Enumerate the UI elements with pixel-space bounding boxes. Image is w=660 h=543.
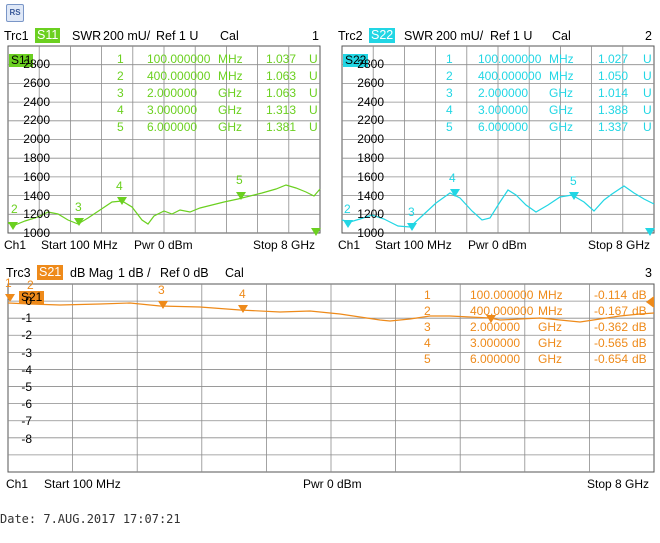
y-tick-label: -6 [21, 397, 32, 412]
y-tick-label: -1 [21, 311, 32, 326]
marker-unit: MHz [538, 304, 563, 318]
y-tick-label: -8 [21, 431, 32, 446]
marker-runit: dB [632, 336, 647, 350]
marker-unit: MHz [538, 288, 563, 302]
marker-reading: -0.167 [594, 304, 629, 318]
marker-number: 4 [239, 287, 246, 301]
marker-num: 4 [424, 336, 431, 350]
y-tick-label: -4 [21, 362, 32, 377]
start-freq[interactable]: Start 100 MHz [44, 477, 121, 491]
marker-reading: -0.362 [594, 320, 629, 334]
marker-num: 5 [424, 352, 431, 366]
y-tick-label: -3 [21, 345, 32, 360]
marker-number: 1 [5, 276, 12, 290]
marker-value: 3.000000 [470, 336, 521, 350]
marker-num: 1 [424, 288, 431, 302]
marker-reading: -0.654 [594, 352, 629, 366]
reference-marker [646, 296, 654, 308]
y-tick-label: -2 [21, 328, 32, 343]
marker-triangle [238, 305, 248, 313]
marker-value: 100.000000 [470, 288, 534, 302]
marker-triangle [158, 301, 168, 309]
marker-unit: GHz [538, 336, 562, 350]
marker-unit: GHz [538, 352, 562, 366]
marker-value: 400.000000 [470, 304, 534, 318]
y-tick-label: -7 [21, 414, 32, 429]
marker-num: 3 [424, 320, 431, 334]
marker-runit: dB [632, 288, 647, 302]
marker-runit: dB [632, 320, 647, 334]
marker-value: 6.000000 [470, 352, 521, 366]
marker-runit: dB [632, 352, 647, 366]
marker-reading: -0.565 [594, 336, 629, 350]
stop-freq[interactable]: Stop 8 GHz [587, 477, 649, 491]
y-tick-label: 0 [25, 294, 32, 308]
marker-number: 3 [158, 283, 165, 297]
channel-label[interactable]: Ch1 [6, 477, 28, 491]
marker-value: 2.000000 [470, 320, 521, 334]
marker-num: 2 [424, 304, 431, 318]
trace-plot-3[interactable]: 1 2 3 4 [0, 0, 660, 543]
power-label[interactable]: Pwr 0 dBm [303, 477, 362, 491]
marker-unit: GHz [538, 320, 562, 334]
y-tick-label: -5 [21, 380, 32, 394]
marker-reading: -0.114 [594, 288, 628, 302]
timestamp: Date: 7.AUG.2017 17:07:21 [0, 512, 181, 526]
marker-runit: dB [632, 304, 647, 318]
